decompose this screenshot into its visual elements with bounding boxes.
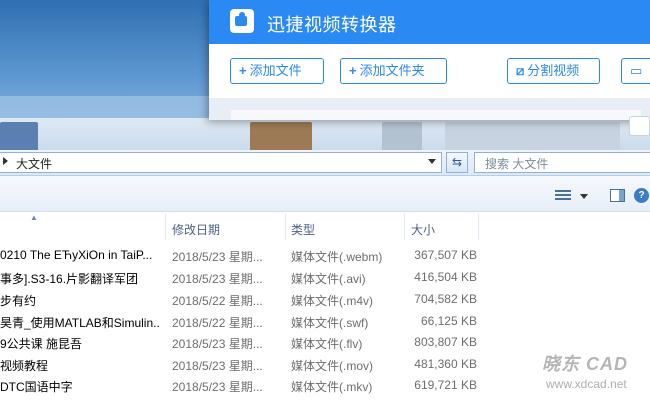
file-row[interactable]: 事多].S3-16.片影翻译军团 2018/5/23 星期... 媒体文件(.a…: [0, 267, 650, 288]
thumbnail: [0, 122, 38, 152]
thumbnail: [250, 122, 312, 152]
file-date: 2018/5/23 星期...: [172, 272, 263, 286]
more-tool-button[interactable]: ▭: [621, 58, 650, 84]
panel-corner: [629, 116, 650, 136]
plus-icon: +: [349, 63, 357, 78]
file-date: 2018/5/23 星期...: [172, 337, 263, 351]
add-folder-label: 添加文件夹: [359, 63, 425, 78]
screen-icon: ▭: [630, 63, 643, 78]
app-logo-icon: [230, 9, 254, 33]
file-row[interactable]: 0210 The EЋyXiOn in TaiP... 2018/5/23 星期…: [0, 245, 650, 266]
split-icon: ⧄: [516, 63, 525, 78]
file-name[interactable]: DTC国语中字: [0, 378, 160, 395]
plus-icon: +: [239, 63, 247, 78]
refresh-button[interactable]: ⇆: [446, 152, 468, 173]
file-list-header: [0, 214, 650, 240]
column-header-size[interactable]: 大小: [411, 221, 435, 238]
search-input[interactable]: 搜索 大文件: [474, 152, 650, 173]
address-bar[interactable]: 大文件: [0, 152, 442, 173]
thumbnail: [445, 122, 620, 152]
thumbnail: [382, 122, 422, 152]
explorer-toolbar: [0, 176, 650, 212]
file-name[interactable]: 0210 The EЋyXiOn in TaiP...: [0, 248, 160, 262]
file-size: 704,582 KB: [414, 292, 477, 306]
file-size: 416,504 KB: [414, 270, 477, 284]
file-date: 2018/5/23 星期...: [172, 359, 263, 373]
file-name[interactable]: 事多].S3-16.片影翻译军团: [0, 270, 160, 287]
file-type: 媒体文件(.m4v): [291, 294, 373, 308]
preview-pane-icon[interactable]: [610, 189, 625, 202]
file-size: 66,125 KB: [420, 314, 477, 328]
converter-window: 迅捷视频转换器 + 添加文件 + 添加文件夹 ⧄ 分割视频 ▭: [209, 0, 650, 136]
view-options-icon[interactable]: [555, 190, 571, 201]
file-size: 367,507 KB: [414, 248, 477, 262]
blurred-taskbar: [0, 96, 210, 120]
file-date: 2018/5/23 星期...: [172, 380, 263, 394]
split-video-label: 分割视频: [527, 63, 580, 78]
file-type: 媒体文件(.flv): [291, 337, 363, 351]
split-video-button[interactable]: ⧄ 分割视频: [507, 58, 600, 84]
file-type: 媒体文件(.avi): [291, 272, 366, 286]
file-size: 803,807 KB: [414, 335, 477, 349]
file-type: 媒体文件(.mkv): [291, 380, 373, 394]
file-date: 2018/5/23 星期...: [172, 250, 263, 264]
file-row[interactable]: 步有约 2018/5/22 星期... 媒体文件(.m4v) 704,582 K…: [0, 289, 650, 310]
column-divider[interactable]: [165, 214, 166, 240]
file-type: 媒体文件(.swf): [291, 316, 369, 330]
search-placeholder: 搜索 大文件: [485, 157, 549, 171]
file-date: 2018/5/22 星期...: [172, 294, 263, 308]
address-dropdown-icon[interactable]: [428, 159, 436, 164]
file-name[interactable]: 步有约: [0, 292, 160, 309]
add-file-button[interactable]: + 添加文件: [230, 58, 324, 84]
add-folder-button[interactable]: + 添加文件夹: [340, 58, 447, 84]
file-name[interactable]: 昊青_使用MATLAB和Simulin...: [0, 314, 160, 331]
file-drop-area[interactable]: [231, 110, 641, 120]
file-date: 2018/5/22 星期...: [172, 316, 263, 330]
column-divider[interactable]: [478, 214, 479, 240]
file-name[interactable]: 视频教程: [0, 357, 160, 374]
file-name[interactable]: 9公共课 施昆吾: [0, 335, 160, 352]
app-title: 迅捷视频转换器: [267, 15, 397, 35]
file-row[interactable]: 昊青_使用MATLAB和Simulin... 2018/5/22 星期... 媒…: [0, 311, 650, 332]
watermark-logo: 晓东 CAD: [542, 354, 628, 374]
view-dropdown-icon[interactable]: [580, 194, 588, 199]
column-header-date[interactable]: 修改日期: [172, 221, 220, 238]
column-divider[interactable]: [285, 214, 286, 240]
breadcrumb-arrow-icon[interactable]: [3, 157, 8, 165]
file-type: 媒体文件(.webm): [291, 250, 383, 264]
add-file-label: 添加文件: [249, 63, 302, 78]
column-header-type[interactable]: 类型: [291, 221, 315, 238]
watermark-url: www.xdcad.net: [546, 377, 627, 391]
converter-title-bar: 迅捷视频转换器: [209, 0, 650, 44]
breadcrumb-current[interactable]: 大文件: [16, 155, 52, 172]
help-icon[interactable]: ?: [634, 188, 649, 203]
file-type: 媒体文件(.mov): [291, 359, 373, 373]
column-divider[interactable]: [404, 214, 405, 240]
file-size: 481,360 KB: [414, 357, 477, 371]
file-size: 619,721 KB: [414, 378, 477, 392]
sort-ascending-icon: ▲: [30, 213, 38, 222]
